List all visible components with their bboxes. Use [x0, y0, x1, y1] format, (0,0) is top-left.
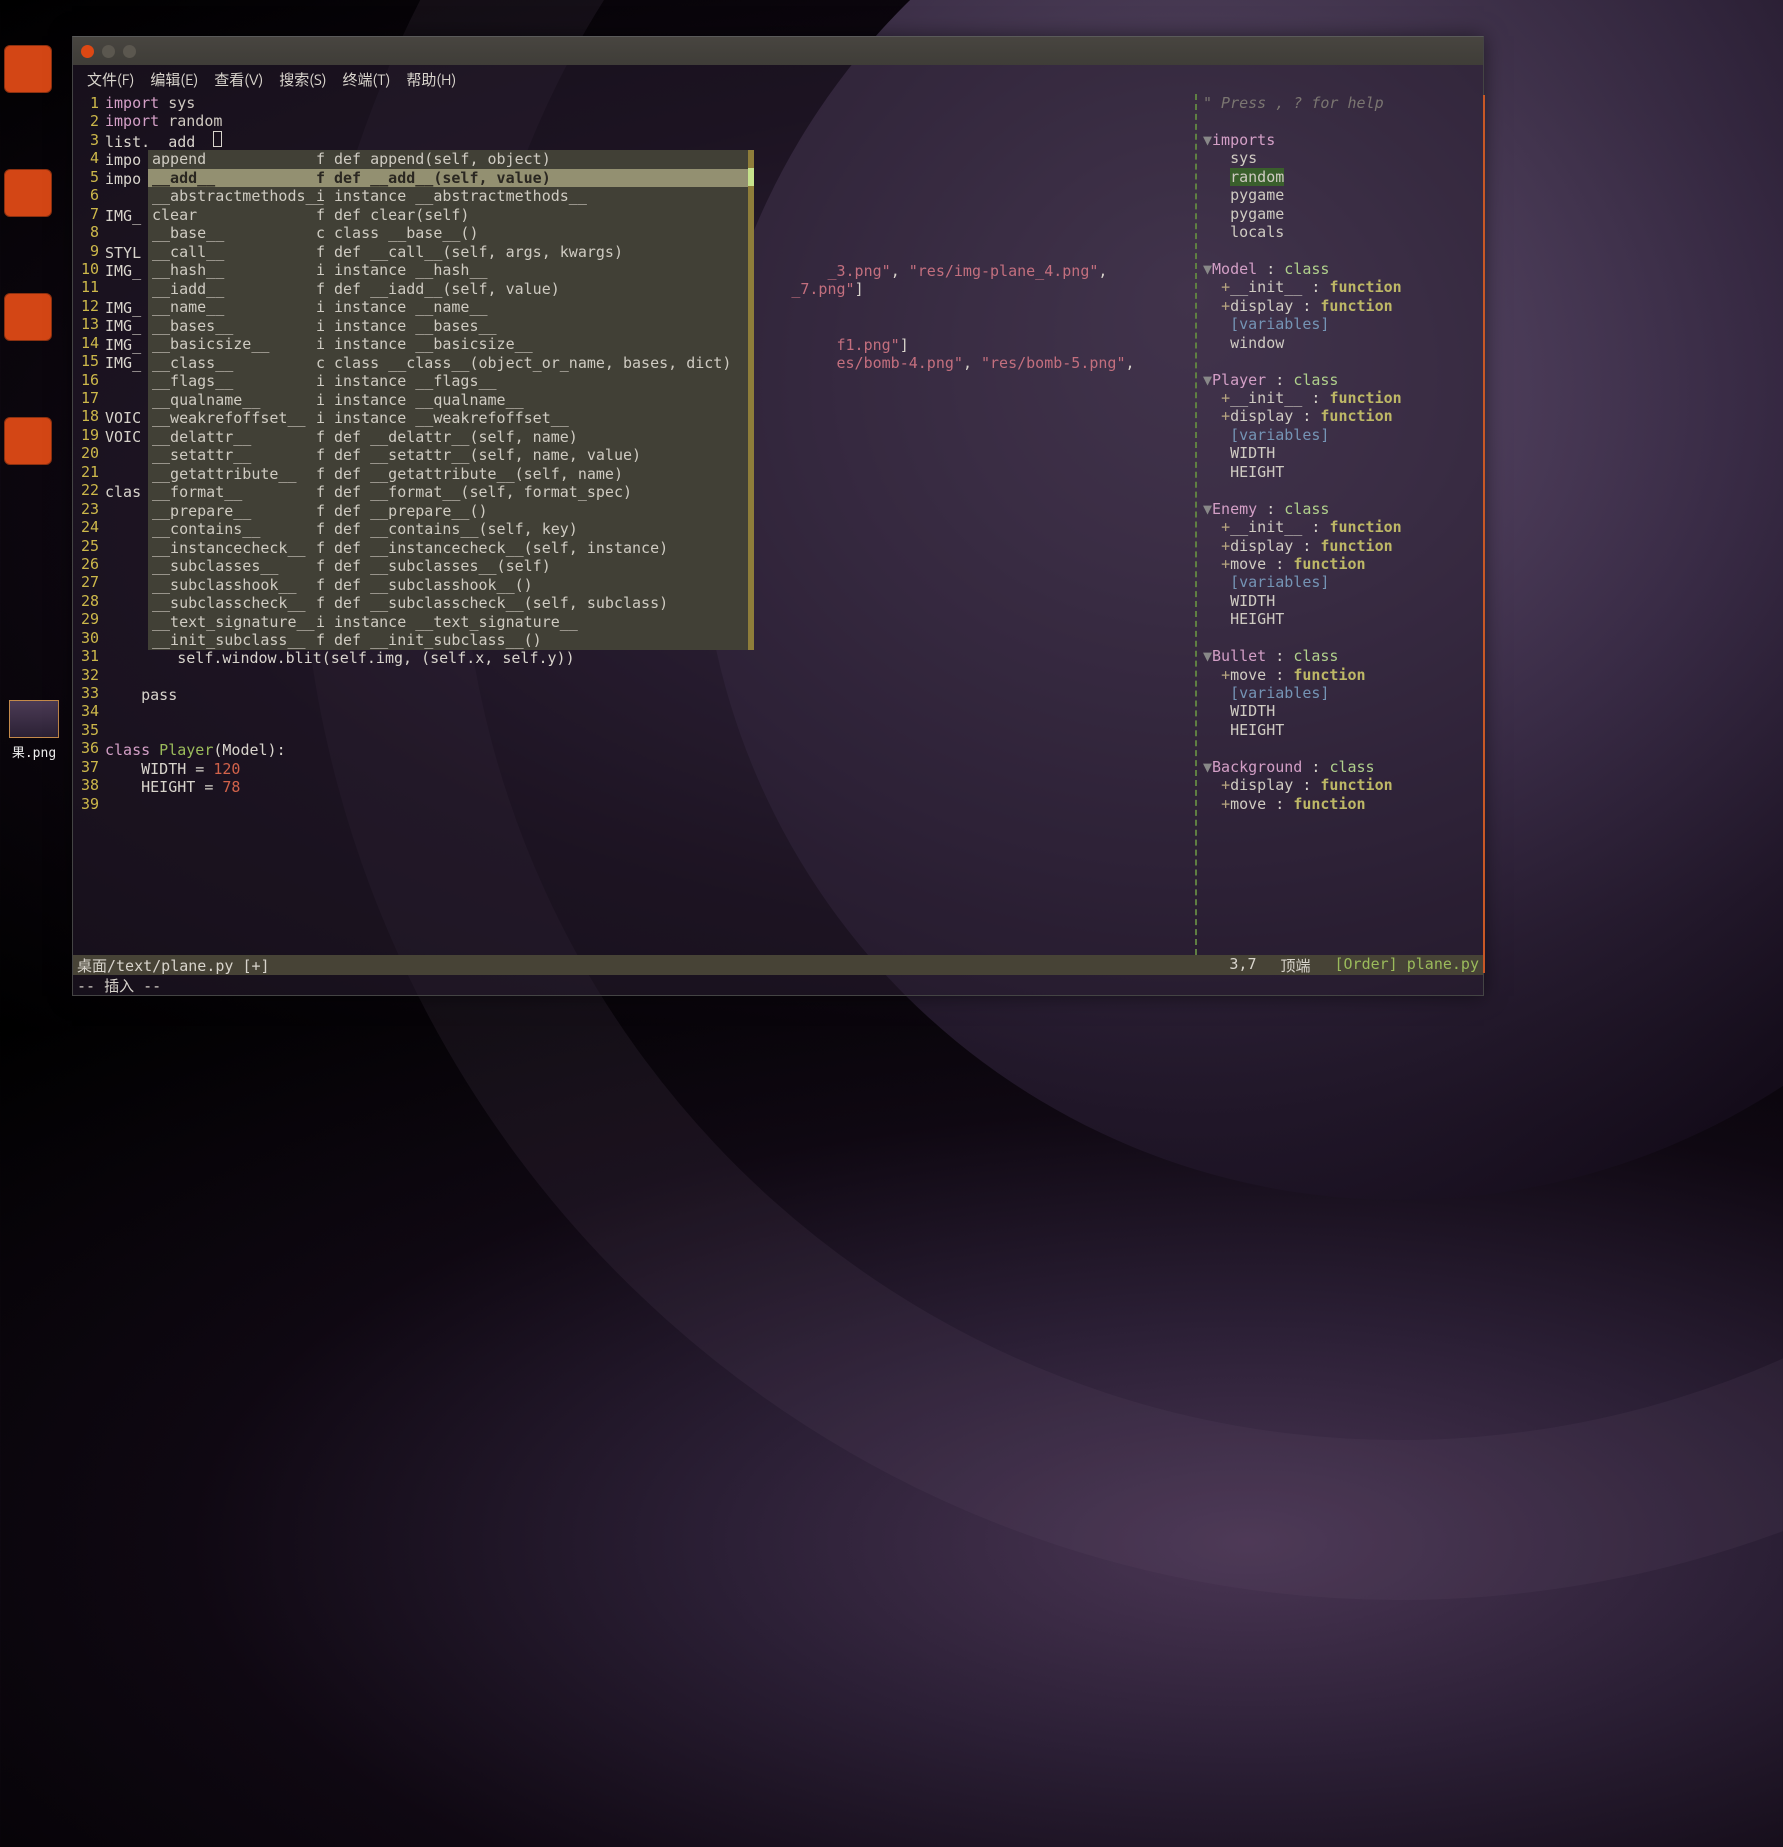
- autocomplete-item[interactable]: __weakrefoffset__iinstance __weakrefoffs…: [148, 409, 748, 428]
- status-right-file: [Order] plane.py: [1335, 955, 1480, 976]
- autocomplete-item[interactable]: __format__fdef __format__(self, format_s…: [148, 483, 748, 502]
- statusbar: 桌面/text/plane.py [+] 3,7 顶端 [Order] plan…: [73, 955, 1483, 975]
- autocomplete-item[interactable]: __instancecheck__fdef __instancecheck__(…: [148, 539, 748, 558]
- autocomplete-item[interactable]: __basicsize__iinstance __basicsize__: [148, 335, 748, 354]
- autocomplete-item[interactable]: __getattribute__fdef __getattribute__(se…: [148, 465, 748, 484]
- autocomplete-item[interactable]: __init_subclass__fdef __init_subclass__(…: [148, 631, 748, 650]
- menu-help[interactable]: 帮助(H): [400, 67, 462, 92]
- editor: 1 2 3 4 5 6 7 8 9 10 11 12 13 14 15 16 1…: [73, 94, 1483, 955]
- launcher-app-icon[interactable]: [4, 417, 52, 465]
- launcher-app-icon[interactable]: [4, 293, 52, 341]
- autocomplete-item[interactable]: __text_signature__iinstance __text_signa…: [148, 613, 748, 632]
- menu-view[interactable]: 查看(V): [208, 67, 269, 92]
- thumbnail-icon: [9, 700, 59, 738]
- autocomplete-item[interactable]: __add__fdef __add__(self, value): [148, 169, 748, 188]
- mode-text: -- 插入 --: [77, 977, 161, 995]
- autocomplete-item[interactable]: __abstractmethods__iinstance __abstractm…: [148, 187, 748, 206]
- status-scroll: 顶端: [1280, 955, 1310, 976]
- autocomplete-item[interactable]: __qualname__iinstance __qualname__: [148, 391, 748, 410]
- autocomplete-popup[interactable]: appendfdef append(self, object)__add__fd…: [148, 150, 754, 650]
- terminal-window: 文件(F) 编辑(E) 查看(V) 搜索(S) 终端(T) 帮助(H) 1 2 …: [72, 36, 1484, 996]
- autocomplete-item[interactable]: __delattr__fdef __delattr__(self, name): [148, 428, 748, 447]
- status-file: 桌面/text/plane.py [+]: [77, 955, 270, 976]
- titlebar[interactable]: [73, 37, 1483, 65]
- autocomplete-item[interactable]: __subclasshook__fdef __subclasshook__(): [148, 576, 748, 595]
- line-number-gutter: 1 2 3 4 5 6 7 8 9 10 11 12 13 14 15 16 1…: [73, 94, 105, 955]
- autocomplete-item[interactable]: __call__fdef __call__(self, args, kwargs…: [148, 243, 748, 262]
- autocomplete-item[interactable]: __subclasscheck__fdef __subclasscheck__(…: [148, 594, 748, 613]
- close-icon[interactable]: [81, 45, 94, 58]
- launcher: [4, 45, 56, 465]
- autocomplete-item[interactable]: appendfdef append(self, object): [148, 150, 748, 169]
- mode-line: -- 插入 --: [73, 975, 1483, 995]
- autocomplete-item[interactable]: __name__iinstance __name__: [148, 298, 748, 317]
- menu-file[interactable]: 文件(F): [81, 67, 140, 92]
- autocomplete-item[interactable]: __contains__fdef __contains__(self, key): [148, 520, 748, 539]
- launcher-app-icon[interactable]: [4, 45, 52, 93]
- menu-terminal[interactable]: 终端(T): [337, 67, 397, 92]
- autocomplete-item[interactable]: __iadd__fdef __iadd__(self, value): [148, 280, 748, 299]
- menubar: 文件(F) 编辑(E) 查看(V) 搜索(S) 终端(T) 帮助(H): [73, 65, 1483, 94]
- tagbar[interactable]: " Press , ? for help ▼imports sys random…: [1195, 94, 1483, 955]
- desktop-file[interactable]: 果.png: [4, 700, 64, 761]
- autocomplete-item[interactable]: __bases__iinstance __bases__: [148, 317, 748, 336]
- desktop-file-label: 果.png: [4, 742, 64, 761]
- autocomplete-item[interactable]: __prepare__fdef __prepare__(): [148, 502, 748, 521]
- autocomplete-item[interactable]: __base__cclass __base__(): [148, 224, 748, 243]
- launcher-app-icon[interactable]: [4, 169, 52, 217]
- maximize-icon[interactable]: [123, 45, 136, 58]
- window-border: [1483, 95, 1485, 973]
- autocomplete-item[interactable]: __hash__iinstance __hash__: [148, 261, 748, 280]
- autocomplete-item[interactable]: clearfdef clear(self): [148, 206, 748, 225]
- main-pane: 1 2 3 4 5 6 7 8 9 10 11 12 13 14 15 16 1…: [73, 94, 1195, 955]
- autocomplete-item[interactable]: __flags__iinstance __flags__: [148, 372, 748, 391]
- autocomplete-item[interactable]: __setattr__fdef __setattr__(self, name, …: [148, 446, 748, 465]
- autocomplete-item[interactable]: __class__cclass __class__(object_or_name…: [148, 354, 748, 373]
- code-area[interactable]: import sys import random list.__add__ im…: [105, 94, 1195, 955]
- autocomplete-item[interactable]: __subclasses__fdef __subclasses__(self): [148, 557, 748, 576]
- menu-search[interactable]: 搜索(S): [273, 67, 332, 92]
- menu-edit[interactable]: 编辑(E): [144, 67, 204, 92]
- minimize-icon[interactable]: [102, 45, 115, 58]
- status-cursor-pos: 3,7: [1229, 955, 1256, 976]
